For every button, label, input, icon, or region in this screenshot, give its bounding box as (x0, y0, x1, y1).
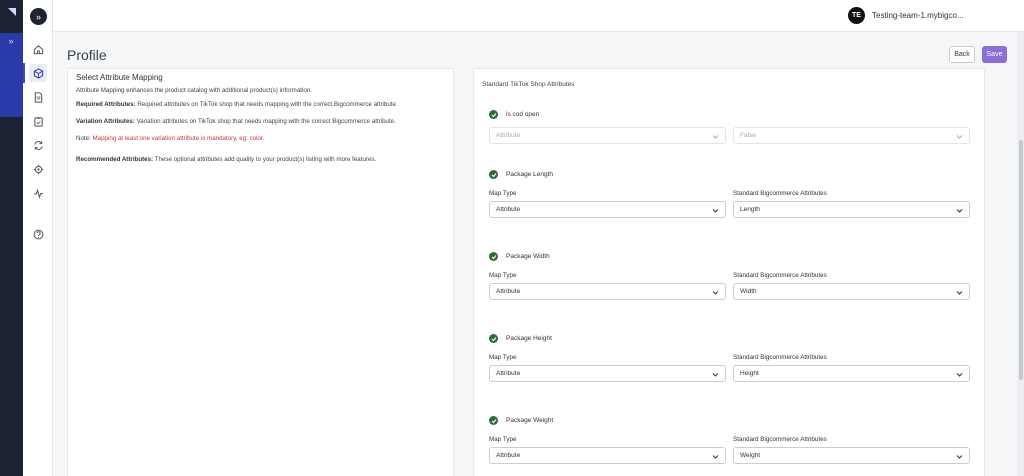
cube-icon (33, 67, 43, 79)
standard-attribute-select[interactable]: Width (733, 283, 970, 300)
chevron-down-icon (956, 135, 963, 139)
check-circle-icon (489, 170, 498, 179)
map-type-value: Attribute (496, 452, 521, 459)
chevron-down-icon (956, 455, 963, 459)
chevron-down-icon (712, 373, 719, 377)
chevron-down-icon (712, 291, 719, 295)
note-label: Note: (76, 135, 91, 142)
chevron-down-icon (712, 209, 719, 213)
app-sidebar: » (23, 0, 53, 476)
back-button[interactable]: Back (949, 46, 975, 63)
attribute-name: Package Length (506, 171, 553, 178)
standard-attribute-value: Length (740, 206, 760, 213)
attribute-name: Package Width (506, 253, 550, 260)
attribute-name: is cod open (506, 111, 540, 118)
standard-attribute-select[interactable]: Weight (733, 447, 970, 464)
info-variation: Variation Attributes: Variation attribut… (76, 118, 445, 126)
form-title: Standard TikTok Shop Attributes (482, 81, 575, 88)
bigcommerce-logo-icon (8, 8, 16, 16)
home-icon (33, 44, 43, 54)
attribute-name: Package Height (506, 335, 552, 342)
recommended-text: These optional attributes add quality to… (153, 156, 377, 163)
info-required: Required Attributes: Required attributes… (76, 101, 445, 109)
check-circle-icon (489, 334, 498, 343)
map-type-select[interactable]: Attribute (489, 283, 726, 300)
map-type-label: Map Type (489, 354, 517, 361)
required-title: Required Attributes: (76, 101, 136, 108)
chevron-down-icon (712, 135, 719, 139)
attribute-mapping-info-card: Select Attribute Mapping Attribute Mappi… (67, 68, 454, 476)
user-avatar[interactable]: TE (848, 7, 865, 24)
attribute-header: Package Length (489, 170, 553, 179)
standard-attribute-value: False (740, 132, 756, 139)
standard-attribute-value: Height (740, 370, 759, 377)
check-circle-icon (489, 110, 498, 119)
info-note: Note: Mapping at least one variation att… (76, 135, 445, 143)
document-icon (34, 91, 42, 103)
save-button[interactable]: Save (982, 46, 1007, 63)
attribute-name: Package Weight (506, 417, 554, 424)
gear-icon (33, 164, 43, 174)
rail-expand-icon[interactable]: » (4, 36, 18, 48)
recommended-title: Recommended Attributes: (76, 156, 154, 163)
attribute-header: Package Width (489, 252, 550, 261)
standard-attribute-select[interactable]: Height (733, 365, 970, 382)
chevron-down-icon (956, 373, 963, 377)
info-intro: Attribute Mapping enhances the product c… (76, 87, 312, 94)
map-type-select[interactable]: Attribute (489, 201, 726, 218)
chevron-down-icon (956, 209, 963, 213)
active-indicator (23, 63, 25, 83)
chevron-down-icon (956, 291, 963, 295)
attribute-header: is cod open (489, 110, 539, 119)
check-circle-icon (489, 416, 498, 425)
info-heading: Select Attribute Mapping (76, 73, 163, 82)
check-circle-icon (489, 252, 498, 261)
chevron-down-icon (712, 455, 719, 459)
sidebar-item-orders[interactable] (29, 112, 47, 130)
clipboard-icon (33, 116, 43, 127)
sidebar-toggle-button[interactable]: » (30, 8, 47, 25)
map-type-value: Attribute (496, 288, 521, 295)
map-type-select[interactable]: Attribute (489, 127, 726, 144)
standard-attribute-value: Width (740, 288, 757, 295)
attribute-header: Package Height (489, 334, 552, 343)
sync-icon (33, 140, 43, 150)
sidebar-item-products[interactable] (29, 64, 47, 82)
sidebar-item-activity[interactable] (29, 184, 47, 202)
scrollbar-thumb[interactable] (1019, 140, 1023, 380)
attribute-header: Package Weight (489, 416, 553, 425)
standard-attributes-card: Standard TikTok Shop Attributes is cod o… (473, 68, 985, 476)
standard-attributes-label: Standard Bigcommerce Attributes (733, 354, 827, 361)
map-type-label: Map Type (489, 436, 517, 443)
map-type-value: Attribute (496, 370, 521, 377)
sidebar-item-settings[interactable] (29, 160, 47, 178)
sidebar-item-help[interactable] (29, 225, 47, 243)
map-type-label: Map Type (489, 272, 517, 279)
sidebar-item-sync[interactable] (29, 136, 47, 154)
map-type-value: Attribute (496, 132, 521, 139)
map-type-value: Attribute (496, 206, 521, 213)
note-text: Mapping at least one variation attribute… (90, 135, 265, 142)
standard-attribute-value: Weight (740, 452, 761, 459)
sidebar-item-home[interactable] (29, 40, 47, 58)
standard-attributes-label: Standard Bigcommerce Attributes (733, 272, 827, 279)
standard-attribute-select[interactable]: False (733, 127, 970, 144)
required-text: Required attributes on TikTok shop that … (135, 101, 398, 108)
map-type-label: Map Type (489, 190, 517, 197)
help-icon (33, 229, 43, 239)
sidebar-item-documents[interactable] (29, 88, 47, 106)
page-title: Profile (67, 47, 107, 63)
standard-attributes-label: Standard Bigcommerce Attributes (733, 436, 827, 443)
variation-title: Variation Attributes: (76, 118, 135, 125)
map-type-select[interactable]: Attribute (489, 447, 726, 464)
map-type-select[interactable]: Attribute (489, 365, 726, 382)
activity-icon (33, 188, 43, 199)
platform-rail: » (0, 0, 23, 476)
info-recommended: Recommended Attributes: These optional a… (76, 156, 445, 164)
standard-attribute-select[interactable]: Length (733, 201, 970, 218)
store-name[interactable]: Testing-team-1.mybigco... (872, 11, 964, 20)
variation-text: Variation attributes on TikTok shop that… (134, 118, 396, 125)
standard-attributes-label: Standard Bigcommerce Attributes (733, 190, 827, 197)
